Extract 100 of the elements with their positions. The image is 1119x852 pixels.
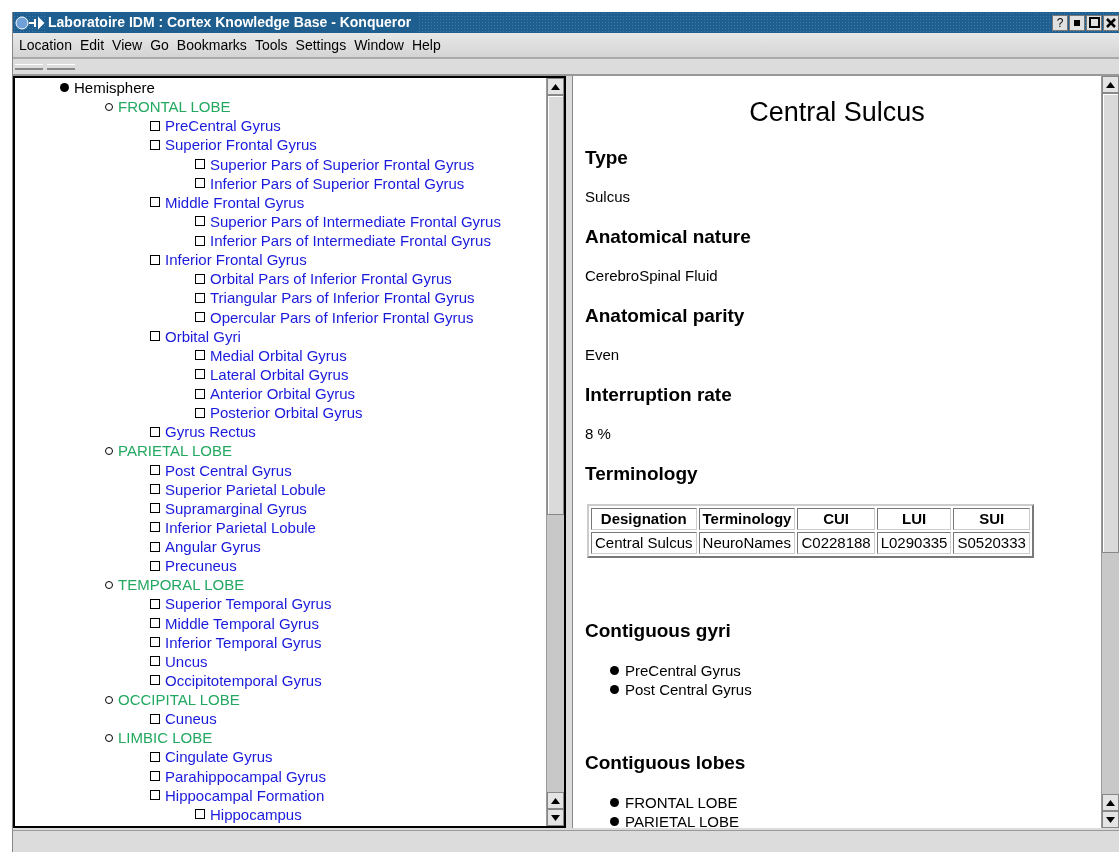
bullet-icon xyxy=(150,675,160,686)
tree-link[interactable]: Anterior Orbital Gyrus xyxy=(210,384,356,404)
up-triangle-icon xyxy=(1106,81,1115,88)
tree-link[interactable]: Uncus xyxy=(165,651,208,671)
tree-link[interactable]: Medial Orbital Gyrus xyxy=(210,345,347,365)
bullet-icon xyxy=(610,685,619,694)
column-header: CUI xyxy=(797,508,875,530)
tree-link[interactable]: Triangular Pars of Inferior Frontal Gyrus xyxy=(210,288,475,308)
tree-link[interactable]: Inferior Parietal Lobule xyxy=(165,517,316,537)
section-heading: Type xyxy=(585,147,629,169)
menu-item[interactable]: Go xyxy=(150,34,169,56)
help-button[interactable]: ? xyxy=(1052,14,1068,31)
bullet-icon xyxy=(195,292,205,303)
bullet-icon xyxy=(610,817,619,826)
bullet-icon xyxy=(60,83,69,93)
menu-item[interactable]: Tools xyxy=(254,34,288,56)
section-text: CerebroSpinal Fluid xyxy=(585,267,719,285)
bullet-icon xyxy=(150,139,160,150)
bullet-icon xyxy=(150,713,160,724)
section-heading: Anatomical parity xyxy=(585,305,746,327)
section-text: Even xyxy=(585,346,621,364)
scroll-up-button[interactable] xyxy=(547,792,564,809)
column-header: SUI xyxy=(953,508,1030,530)
tree-link[interactable]: Inferior Pars of Superior Frontal Gyrus xyxy=(210,173,465,193)
bullet-icon xyxy=(195,369,205,380)
bullet-icon xyxy=(150,120,160,131)
tree-link[interactable]: Post Central Gyrus xyxy=(165,460,292,480)
tree-link[interactable]: Posterior Orbital Gyrus xyxy=(210,403,363,423)
toolbar-handle[interactable] xyxy=(15,63,43,70)
tree-link[interactable]: Inferior Temporal Gyrus xyxy=(165,632,322,652)
bullet-icon xyxy=(150,751,160,762)
scroll-up-button[interactable] xyxy=(547,78,564,95)
tree-link[interactable]: Hippocampal Formation xyxy=(165,785,325,805)
bullet-icon xyxy=(195,273,205,284)
bullet-icon xyxy=(195,350,205,361)
tree-link[interactable]: Inferior Pars of Intermediate Frontal Gyrus xyxy=(210,231,491,251)
scroll-down-button[interactable] xyxy=(1102,811,1119,828)
tree-link[interactable]: Orbital Gyri xyxy=(165,326,241,346)
scroll-up-button[interactable] xyxy=(1102,76,1119,93)
tree-link[interactable]: Parahippocampal Gyrus xyxy=(165,766,326,786)
column-header: Designation xyxy=(591,508,697,530)
section-text: Sulcus xyxy=(585,188,632,206)
scrollbar-thumb[interactable] xyxy=(1102,93,1119,553)
menu-item[interactable]: Bookmarks xyxy=(176,34,247,56)
scrollbar-thumb[interactable] xyxy=(547,95,564,515)
tree-link[interactable]: Superior Frontal Gyrus xyxy=(165,135,317,155)
tree-link[interactable]: Middle Temporal Gyrus xyxy=(165,613,319,633)
tree-link[interactable]: Superior Pars of Intermediate Frontal Gyrus xyxy=(210,211,501,231)
tree-link[interactable]: PreCentral Gyrus xyxy=(165,116,281,136)
bullet-icon xyxy=(150,618,160,629)
tree-label: Hemisphere xyxy=(74,78,155,98)
bullet-icon xyxy=(195,216,205,227)
tree-link[interactable]: Middle Frontal Gyrus xyxy=(165,192,305,212)
section-link[interactable]: PreCentral Gyrus xyxy=(625,661,741,680)
bullet-icon xyxy=(195,388,205,399)
tree-link[interactable]: Inferior Frontal Gyrus xyxy=(165,250,307,270)
section-link[interactable]: Post Central Gyrus xyxy=(625,680,752,699)
menu-item[interactable]: Help xyxy=(411,34,441,56)
bullet-icon xyxy=(150,465,160,476)
menu-item[interactable]: View xyxy=(112,34,143,56)
menu-item[interactable]: Window xyxy=(354,34,404,56)
tree-link[interactable]: Cingulate Gyrus xyxy=(165,747,273,767)
maximize-button[interactable] xyxy=(1086,14,1102,31)
tree-link[interactable]: Supramarginal Gyrus xyxy=(165,498,307,518)
tree-link[interactable]: Cuneus xyxy=(165,709,217,729)
bullet-icon xyxy=(150,771,160,782)
tree-link[interactable]: Precuneus xyxy=(165,556,237,576)
tree-link[interactable]: Superior Temporal Gyrus xyxy=(165,594,332,614)
minimize-button[interactable] xyxy=(1069,14,1085,31)
tree-link[interactable]: Orbital Pars of Inferior Frontal Gyrus xyxy=(210,269,452,289)
tree-link[interactable]: Angular Gyrus xyxy=(165,537,261,557)
menu-item[interactable]: Location xyxy=(19,34,72,56)
tree-link[interactable]: Opercular Pars of Inferior Frontal Gyrus xyxy=(210,307,474,327)
bullet-icon xyxy=(150,331,160,342)
bullet-icon xyxy=(610,666,619,675)
tree-link[interactable]: Lateral Orbital Gyrus xyxy=(210,364,349,384)
bullet-icon xyxy=(150,790,160,801)
bullet-icon xyxy=(150,484,160,495)
section-link[interactable]: FRONTAL LOBE xyxy=(625,793,738,812)
bullet-icon xyxy=(150,197,160,208)
bullet-icon xyxy=(150,541,160,552)
scroll-down-button[interactable] xyxy=(547,809,564,826)
tree-link[interactable]: Gyrus Rectus xyxy=(165,422,256,442)
tree-link[interactable]: Occipitotemporal Gyrus xyxy=(165,670,322,690)
scroll-up-button[interactable] xyxy=(1102,794,1119,811)
table-cell: Central Sulcus xyxy=(591,532,697,554)
toolbar-handle[interactable] xyxy=(47,63,75,70)
bullet-icon xyxy=(150,560,160,571)
tree-link[interactable]: Superior Parietal Lobule xyxy=(165,479,326,499)
menu-item[interactable]: Edit xyxy=(79,34,105,56)
section-link[interactable]: PARIETAL LOBE xyxy=(625,812,739,828)
app-icon xyxy=(15,14,45,31)
menu-item[interactable]: Settings xyxy=(295,34,347,56)
bullet-icon xyxy=(195,178,205,189)
close-button[interactable] xyxy=(1103,14,1119,31)
tree-link[interactable]: Hippocampus xyxy=(210,804,302,824)
column-header: LUI xyxy=(876,508,952,530)
table-cell: NeuroNames xyxy=(698,532,796,554)
tree-link[interactable]: Superior Pars of Superior Frontal Gyrus xyxy=(210,154,475,174)
down-triangle-icon xyxy=(551,814,560,821)
